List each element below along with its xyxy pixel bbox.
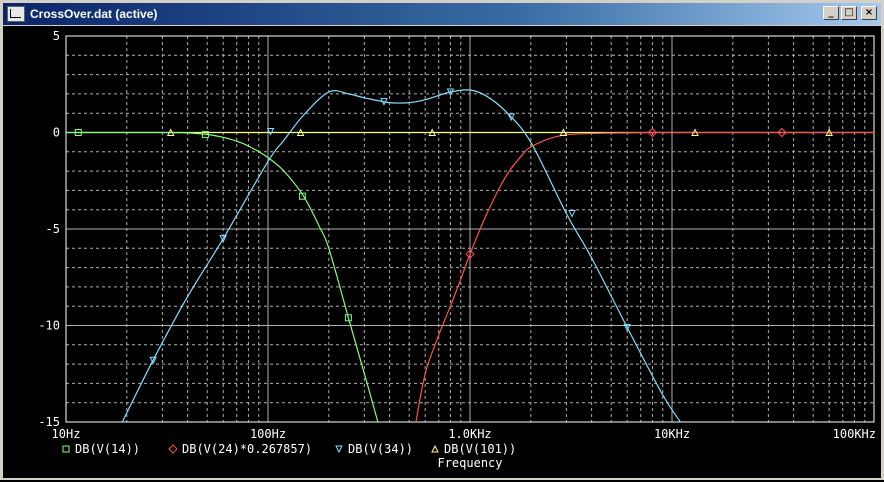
- plot-window-icon[interactable]: [7, 6, 25, 22]
- legend-label: DB(V(101)): [444, 442, 516, 456]
- close-button[interactable]: ×: [861, 6, 877, 20]
- x-axis-label: Frequency: [437, 456, 502, 470]
- maximize-button[interactable]: □: [841, 6, 857, 20]
- y-tick-label: 5: [53, 29, 60, 43]
- series-db-v34: [121, 89, 681, 422]
- legend-label: DB(V(24)*0.267857): [182, 442, 312, 456]
- window-title: CrossOver.dat (active): [30, 7, 158, 21]
- legend-marker: [62, 445, 70, 453]
- x-tick-label: 10KHz: [654, 427, 690, 441]
- legend-item: DB(V(34)): [335, 442, 413, 456]
- x-tick-label: 100KHz: [833, 427, 876, 441]
- y-tick-label: -10: [38, 319, 60, 333]
- plot-area[interactable]: 5 0 -5 -10 -15 10Hz 100Hz 1.0KHz 10KHz 100KHz Freq…: [3, 26, 881, 478]
- y-tick-label: 0: [53, 126, 60, 140]
- legend-marker: [335, 445, 343, 454]
- x-tick-label: 100Hz: [250, 427, 286, 441]
- legend-item: DB(V(14)): [62, 442, 140, 456]
- legend-label: DB(V(34)): [348, 442, 413, 456]
- minimize-button[interactable]: _: [823, 6, 839, 20]
- legend-label: DB(V(14)): [75, 442, 140, 456]
- legend-item: DB(V(24)*0.267857): [168, 442, 312, 456]
- legend-item: DB(V(101)): [431, 442, 516, 456]
- legend-marker: [168, 444, 178, 454]
- title-bar[interactable]: CrossOver.dat (active) _ □ ×: [3, 3, 881, 25]
- probe-chart[interactable]: 50-5-10-1510Hz 100Hz 1.0KHz 10KHz 100KHzFreq…: [3, 26, 881, 478]
- series-db-v14: [66, 131, 379, 422]
- legend-marker: [431, 444, 439, 453]
- x-tick-label: 1.0KHz: [448, 427, 491, 441]
- series-db-v24: [415, 131, 874, 422]
- plot-window: CrossOver.dat (active) _ □ × 5 0 -5 -10 -15 1…: [0, 0, 884, 480]
- y-tick-label: -5: [46, 222, 60, 236]
- x-tick-label: 10Hz: [52, 427, 81, 441]
- data-marker: [568, 210, 576, 218]
- window-controls: _ □ ×: [821, 6, 877, 20]
